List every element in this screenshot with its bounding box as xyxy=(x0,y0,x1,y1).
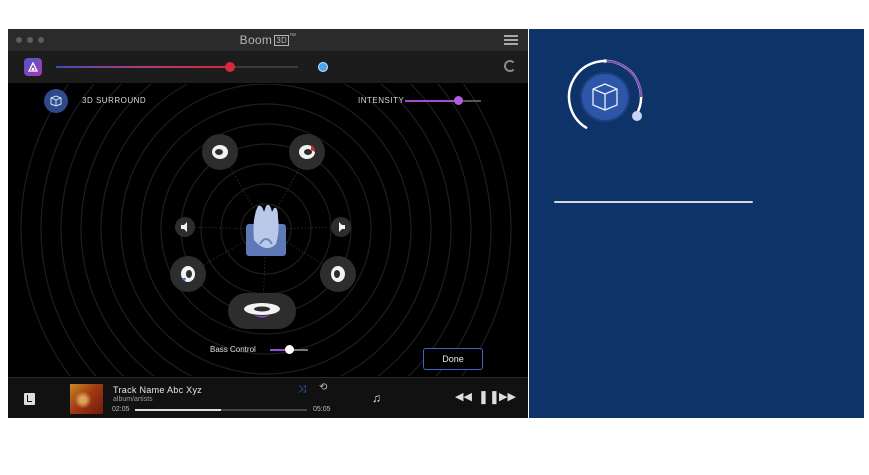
bass-control-label: Bass Control xyxy=(210,345,256,354)
3d-surround-icon[interactable] xyxy=(44,89,68,113)
surround-panel: 3D SURROUND INTENSITY Bass Control Done xyxy=(8,84,528,376)
music-library-icon[interactable] xyxy=(24,393,35,405)
repeat-icon[interactable]: ⟲ xyxy=(319,382,327,393)
equalizer-toggle-icon[interactable] xyxy=(318,62,328,72)
overlay-slider[interactable] xyxy=(554,201,753,203)
title-bar: Boom 3D ™ xyxy=(8,29,528,52)
boom-power-icon[interactable] xyxy=(504,60,516,72)
side-left-speaker-icon[interactable] xyxy=(175,217,195,237)
rear-right-speaker-icon[interactable] xyxy=(320,256,356,292)
volume-knob[interactable] xyxy=(225,62,236,72)
volume-bar xyxy=(8,52,528,83)
intensity-knob[interactable] xyxy=(453,96,463,105)
front-right-speaker-icon[interactable] xyxy=(289,134,325,170)
intensity-fill xyxy=(405,100,459,102)
progress-bar[interactable] xyxy=(135,409,307,411)
player-bar: Track Name Abc Xyz album/artists 02:05 0… xyxy=(8,377,528,418)
intensity-label: INTENSITY xyxy=(358,96,405,105)
fast-forward-icon[interactable]: ▶▶ xyxy=(499,390,516,403)
boom-app-window: Boom 3D ™ 3D SURROUND INTENSITY Bass Con… xyxy=(8,29,528,418)
surround-dial[interactable] xyxy=(565,57,649,141)
track-artist: album/artists xyxy=(113,396,153,403)
hamburger-menu-icon[interactable] xyxy=(504,35,518,45)
app-title: Boom 3D ™ xyxy=(8,33,528,47)
pause-icon[interactable]: ❚❚ xyxy=(478,389,500,405)
surround-overlay-panel xyxy=(529,29,864,418)
done-button[interactable]: Done xyxy=(423,348,483,370)
front-left-speaker-icon[interactable] xyxy=(202,134,238,170)
album-art[interactable] xyxy=(70,384,103,414)
rewind-icon[interactable]: ◀◀ xyxy=(455,390,472,403)
progress-fill xyxy=(135,409,221,411)
app-title-text: Boom xyxy=(239,33,273,47)
boom-logo-icon[interactable] xyxy=(24,58,42,76)
bass-knob[interactable] xyxy=(284,345,294,354)
volume-slider[interactable] xyxy=(56,62,298,72)
app-title-trademark: ™ xyxy=(289,33,297,40)
time-total: 05:05 xyxy=(313,406,331,413)
app-title-badge: 3D xyxy=(274,35,290,47)
volume-fill xyxy=(56,66,231,68)
bass-slider[interactable] xyxy=(270,345,308,354)
rear-left-speaker-icon[interactable] xyxy=(170,256,206,292)
time-current: 02:05 xyxy=(112,406,130,413)
side-right-speaker-icon[interactable] xyxy=(331,217,351,237)
shuffle-icon[interactable]: ⤨ xyxy=(298,384,306,395)
intensity-slider[interactable] xyxy=(405,96,481,105)
surround-label: 3D SURROUND xyxy=(82,96,147,105)
queue-icon[interactable]: ♫ xyxy=(372,391,381,405)
track-name: Track Name Abc Xyz xyxy=(113,385,203,395)
listener-hands-icon xyxy=(246,204,286,256)
subwoofer-speaker-icon[interactable] xyxy=(228,293,296,329)
